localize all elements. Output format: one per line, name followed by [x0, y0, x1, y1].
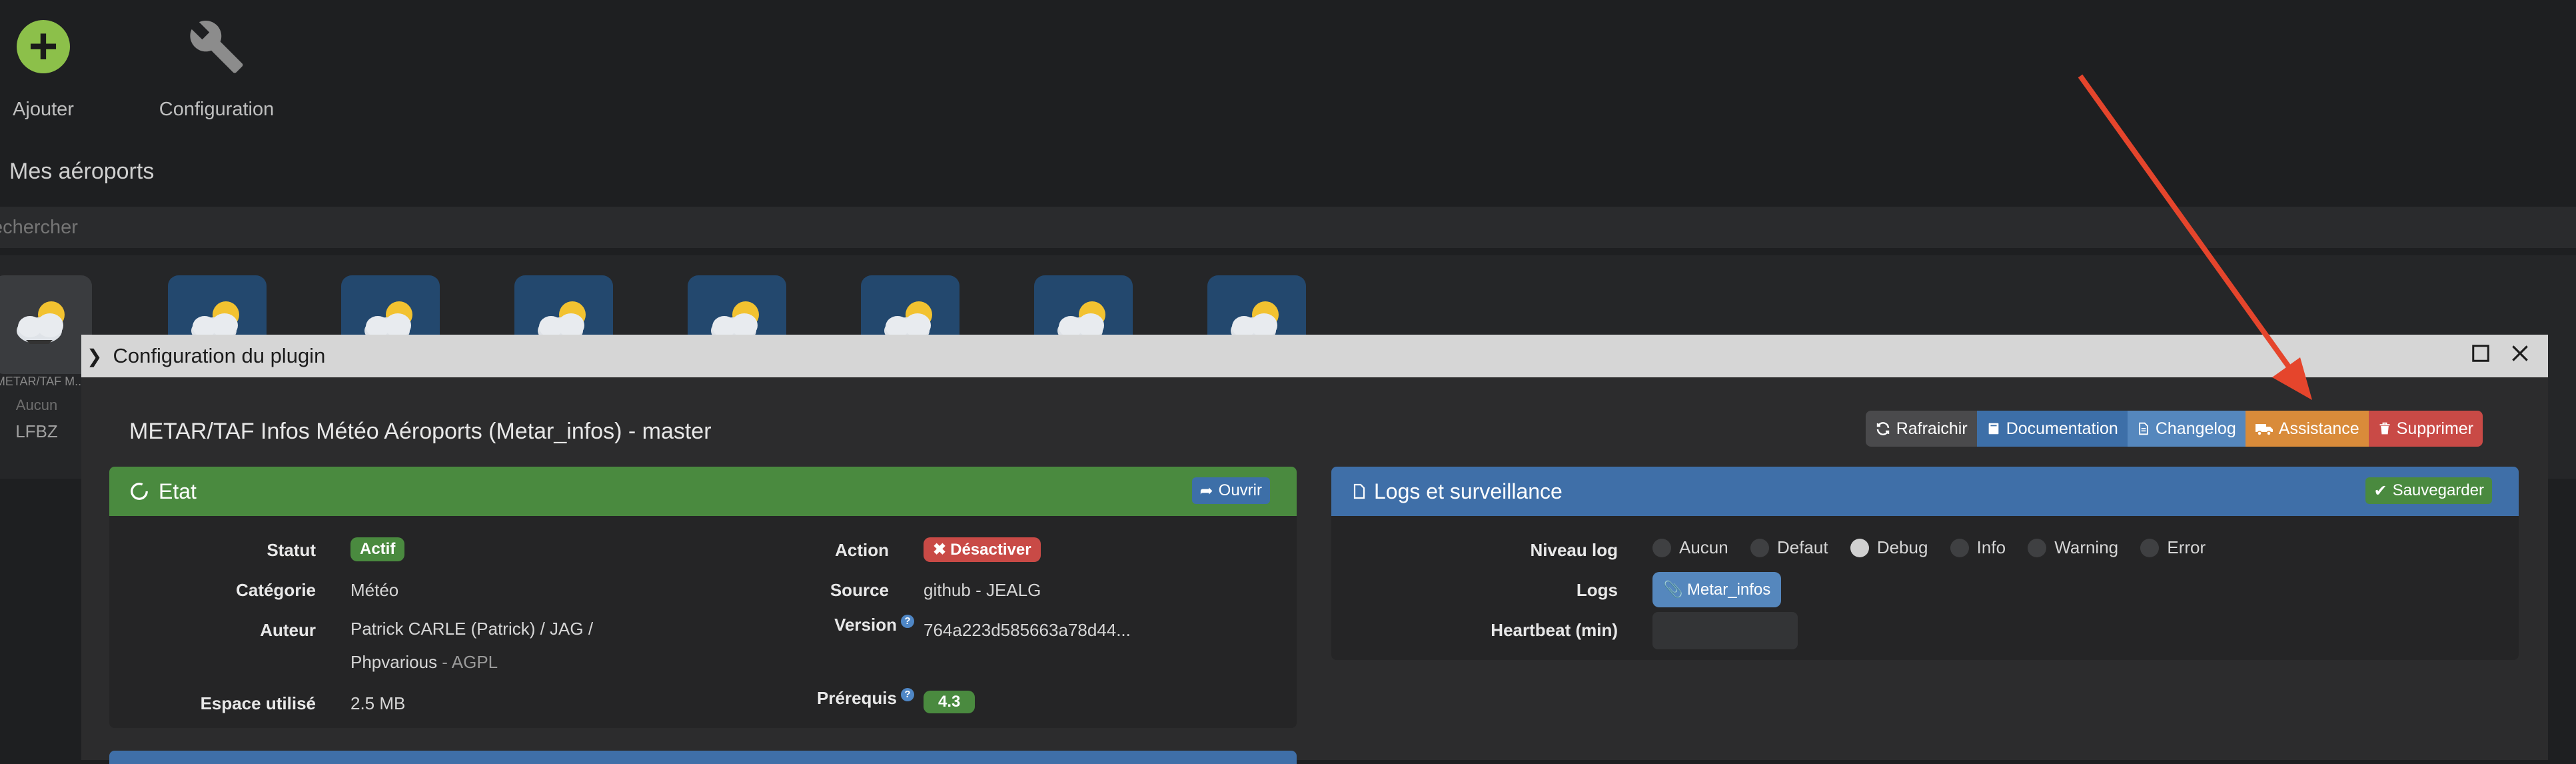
configuration-action[interactable]: Configuration [153, 13, 280, 121]
statut-badge: Actif [350, 537, 405, 561]
logs-label: Logs [1576, 580, 1618, 600]
plus-circle-icon: + [17, 20, 70, 73]
plugin-toolbar: Rafraichir Documentation Changelog Assis… [1865, 411, 2483, 447]
logs-card: Logs et surveillance ✔ Sauvegarder Nivea… [1331, 467, 2519, 660]
add-action[interactable]: + Ajouter [0, 13, 87, 121]
save-button[interactable]: ✔ Sauvegarder [2365, 477, 2492, 504]
tile-caption: METAR/TAF M... [0, 375, 85, 388]
auteur-license: - AGPL [437, 652, 498, 672]
version-label: Version [834, 615, 897, 635]
log-level-debug[interactable]: Debug [1850, 537, 1928, 558]
add-action-label: Ajouter [13, 99, 74, 120]
auteur-value: Patrick CARLE (Patrick) / JAG / Phpvario… [350, 612, 593, 679]
log-level-radio-group: Aucun Defaut Debug Info Warning Error [1652, 537, 2223, 562]
chevron-right-icon[interactable]: ❯ [87, 345, 102, 367]
modal-body: METAR/TAF Infos Météo Aéroports (Metar_i… [81, 377, 2548, 764]
save-label: Sauvegarder [2392, 481, 2484, 499]
tile-subtitle: Aucun [15, 397, 58, 413]
prerequis-label: Prérequis [817, 688, 897, 708]
configuration-action-label: Configuration [159, 99, 275, 120]
refresh-button[interactable]: Rafraichir [1865, 411, 1977, 447]
statut-label: Statut [267, 540, 316, 560]
source-value: github - JEALG [924, 580, 1041, 600]
search-input[interactable] [0, 207, 525, 248]
log-level-warning[interactable]: Warning [2028, 537, 2118, 558]
next-card-header [109, 751, 1297, 764]
changelog-label: Changelog [2155, 419, 2236, 438]
paperclip-icon: 📎 [1663, 581, 1683, 599]
niveau-log-label: Niveau log [1530, 540, 1618, 560]
heartbeat-label: Heartbeat (min) [1491, 620, 1618, 640]
share-icon: ➦ [1199, 481, 1213, 500]
plugin-config-modal: ❯ Configuration du plugin METAR/TAF Info… [81, 335, 2548, 764]
x-icon: ✖ [933, 541, 947, 559]
log-level-defaut[interactable]: Defaut [1750, 537, 1828, 558]
source-label: Source [830, 580, 889, 600]
deactivate-label: Désactiver [950, 540, 1031, 559]
open-label: Ouvrir [1218, 481, 1262, 499]
delete-button[interactable]: Supprimer [2368, 411, 2483, 447]
close-icon[interactable] [2509, 343, 2531, 364]
file-icon [1353, 483, 1365, 499]
open-button[interactable]: ➦ Ouvrir [1191, 477, 1270, 504]
logs-title: Logs et surveillance [1374, 479, 1563, 503]
etat-card-header: Etat ➦ Ouvrir [109, 467, 1297, 516]
truck-icon [2255, 424, 2273, 436]
deactivate-button[interactable]: ✖ Désactiver [924, 537, 1041, 562]
trash-icon [2379, 422, 2390, 435]
help-icon[interactable]: ? [901, 688, 914, 702]
spinner-icon [131, 483, 148, 500]
action-label: Action [835, 540, 889, 560]
modal-titlebar[interactable]: ❯ Configuration du plugin [81, 335, 2548, 377]
assistance-label: Assistance [2278, 419, 2359, 438]
help-icon[interactable]: ? [901, 615, 914, 629]
version-label-wrap: Version? [782, 615, 914, 635]
etat-title: Etat [159, 479, 197, 503]
documentation-label: Documentation [2006, 419, 2118, 438]
auteur-line2: Phpvarious [350, 652, 438, 672]
delete-label: Supprimer [2396, 419, 2473, 438]
tile-code: LFBZ [15, 421, 58, 441]
documentation-button[interactable]: Documentation [1976, 411, 2128, 447]
log-level-aucun[interactable]: Aucun [1652, 537, 1728, 558]
prerequis-label-wrap: Prérequis? [782, 688, 914, 709]
etat-card: Etat ➦ Ouvrir Statut Actif Catégorie Mét… [109, 467, 1297, 728]
categorie-label: Catégorie [236, 580, 316, 600]
version-value: 764a223d585663a78d44... [924, 620, 1131, 640]
section-title: Mes aéroports [9, 159, 155, 184]
weather-cloud-icon [17, 301, 65, 344]
auteur-line1: Patrick CARLE (Patrick) / JAG / [350, 619, 594, 639]
log-level-error[interactable]: Error [2140, 537, 2206, 558]
categorie-value: Météo [350, 580, 399, 600]
espace-label: Espace utilisé [200, 693, 316, 713]
assistance-button[interactable]: Assistance [2245, 411, 2369, 447]
espace-value: 2.5 MB [350, 693, 406, 713]
log-level-info[interactable]: Info [1950, 537, 2006, 558]
metar-logs-button[interactable]: 📎 Metar_infos [1652, 572, 1782, 607]
logs-card-header: Logs et surveillance ✔ Sauvegarder [1331, 467, 2519, 516]
prerequis-badge: 4.3 [924, 691, 975, 713]
file-icon [2139, 422, 2148, 435]
book-icon [1988, 423, 1999, 435]
metar-logs-label: Metar_infos [1686, 580, 1771, 599]
plugin-title: METAR/TAF Infos Météo Aéroports (Metar_i… [129, 419, 712, 444]
refresh-label: Rafraichir [1896, 419, 1968, 438]
refresh-icon [1876, 422, 1889, 435]
heartbeat-input[interactable] [1652, 612, 1798, 649]
wrench-icon [190, 20, 243, 73]
auteur-label: Auteur [260, 620, 316, 640]
search-bar [0, 207, 2576, 248]
maximize-icon[interactable] [2471, 343, 2491, 363]
changelog-button[interactable]: Changelog [2127, 411, 2246, 447]
modal-title: Configuration du plugin [113, 344, 326, 367]
check-circle-icon: ✔ [2373, 481, 2387, 500]
